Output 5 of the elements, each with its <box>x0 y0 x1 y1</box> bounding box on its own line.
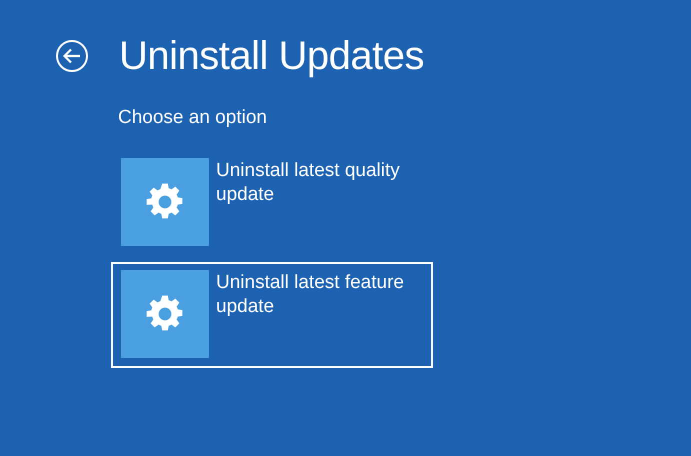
page-title: Uninstall Updates <box>119 33 424 80</box>
subtitle: Choose an option <box>118 106 268 130</box>
option-button[interactable]: Uninstall latest quality update <box>111 150 433 256</box>
option-button[interactable]: Uninstall latest feature update <box>111 262 433 368</box>
back-button[interactable] <box>55 39 89 73</box>
